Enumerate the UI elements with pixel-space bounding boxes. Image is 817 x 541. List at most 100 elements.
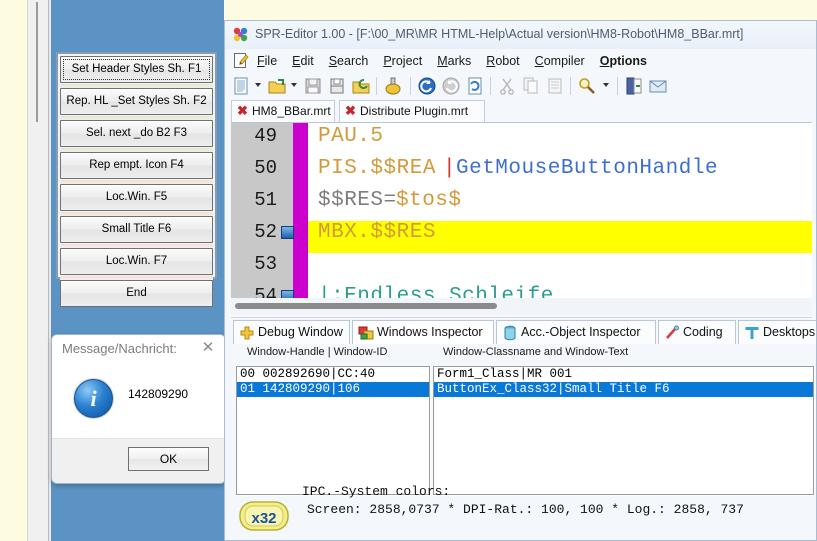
list-item[interactable]: Form1_Class|MR 001 <box>434 367 813 382</box>
button-sel-next-do-b2[interactable]: Sel. next _do B2 F3 <box>60 120 213 147</box>
file-tab-label: HM8_BBar.mrt <box>252 104 331 118</box>
svg-text:x32: x32 <box>251 510 276 527</box>
mail-icon[interactable] <box>648 76 668 96</box>
tab-windows-inspector[interactable]: Windows Inspector <box>352 320 494 344</box>
column-header-window-classname: Window-Classname and Window-Text <box>443 346 628 358</box>
code-line: $$RES= $tos$ <box>308 189 812 221</box>
toolbar-separator <box>570 77 571 95</box>
line-number: 50 <box>231 157 277 179</box>
menu-search[interactable]: Search <box>329 54 369 68</box>
info-icon-glyph: i <box>75 380 112 417</box>
coding-wand-icon <box>664 325 680 341</box>
code-editor[interactable]: 49 50 51 52 53 54 PAU.5 PIS.$$REA | GetM… <box>231 122 812 298</box>
spr-editor-icon <box>233 27 249 43</box>
chevron-down-icon[interactable] <box>603 83 610 88</box>
search-icon[interactable] <box>577 76 597 96</box>
editor-toolbar <box>225 72 816 101</box>
menu-compiler[interactable]: Compiler <box>535 54 585 68</box>
code-token: PAU.5 <box>318 125 384 148</box>
cut-icon[interactable] <box>497 76 517 96</box>
copy-icon[interactable] <box>521 76 541 96</box>
close-icon[interactable]: ✕ <box>199 339 217 357</box>
line-number: 51 <box>231 189 277 211</box>
button-end[interactable]: End <box>60 280 213 307</box>
plus-window-icon <box>239 325 255 341</box>
info-icon: i <box>74 379 113 418</box>
spr-editor-window: SPR-Editor 1.00 - [F:\00_MR\MR HTML-Help… <box>224 20 817 541</box>
bookmark-icon[interactable] <box>281 290 294 298</box>
background-scroll-line <box>36 2 38 122</box>
tab-desktops-inspector[interactable]: Desktops Inspector <box>738 320 817 344</box>
tab-acc-object-inspector[interactable]: Acc.-Object Inspector <box>496 320 656 344</box>
button-rep-empt-icon[interactable]: Rep empt. Icon F4 <box>60 152 213 179</box>
chevron-down-icon[interactable] <box>291 83 298 88</box>
menu-options[interactable]: Options <box>600 54 647 68</box>
save-all-icon[interactable] <box>327 76 347 96</box>
list-item[interactable]: 00 002892690|CC:40 <box>237 367 429 382</box>
menu-project[interactable]: Project <box>383 54 422 68</box>
button-small-title-f6[interactable]: Small Title F6 <box>60 216 213 243</box>
desktop-background-left <box>0 0 27 541</box>
bookmark-icon[interactable] <box>281 226 294 239</box>
refresh-doc-icon[interactable] <box>465 76 485 96</box>
desktops-icon <box>744 325 760 341</box>
run-robot-icon[interactable] <box>383 76 403 96</box>
message-dialog: Message/Nachricht: ✕ i 142809290 OK <box>51 334 226 484</box>
message-dialog-title: Message/Nachricht: <box>62 341 177 356</box>
redo-icon[interactable] <box>441 76 461 96</box>
menu-marks[interactable]: Marks <box>437 54 471 68</box>
window-class-list[interactable]: Form1_Class|MR 001 ButtonEx_Class32|Smal… <box>433 366 814 495</box>
menu-items: File Edit Search Project Marks Robot Compiler O… <box>257 49 647 72</box>
button-loc-win-f5[interactable]: Loc.Win. F5 <box>60 184 213 211</box>
button-set-header-styles[interactable]: Set Header Styles Sh. F1 <box>60 56 213 83</box>
tab-coding[interactable]: Coding <box>658 320 736 344</box>
new-file-icon[interactable] <box>231 76 251 96</box>
close-icon[interactable]: ✖ <box>345 104 357 118</box>
file-tabs: ✖ HM8_BBar.mrt ✖ Distribute Plugin.mrt <box>225 100 816 122</box>
button-loc-win-f7[interactable]: Loc.Win. F7 <box>60 248 213 275</box>
menu-robot[interactable]: Robot <box>486 54 519 68</box>
reload-folder-icon[interactable] <box>351 76 371 96</box>
message-dialog-text: 142809290 <box>128 387 188 401</box>
code-horizontal-scrollbar-thumb[interactable] <box>235 303 497 309</box>
toolbar-separator <box>490 77 491 95</box>
exit-icon[interactable] <box>624 76 644 96</box>
toolbar-separator <box>617 77 618 95</box>
x32-badge: x32 <box>238 500 290 532</box>
code-token: $tos$ <box>396 189 462 212</box>
button-rep-hl-set-styles[interactable]: Rep. HL _Set Styles Sh. F2 <box>60 88 213 115</box>
tab-label: Debug Window <box>258 325 343 339</box>
editor-menubar: File Edit Search Project Marks Robot Compiler O… <box>225 49 816 72</box>
chevron-down-icon[interactable] <box>255 83 262 88</box>
tab-debug-window[interactable]: Debug Window <box>233 320 350 344</box>
undo-icon[interactable] <box>417 76 437 96</box>
desktop-background-strip <box>27 0 49 541</box>
line-number: 54 <box>231 285 277 298</box>
open-folder-icon[interactable] <box>267 76 287 96</box>
window-handle-list[interactable]: 00 002892690|CC:40 01 142809290|106 <box>236 366 430 495</box>
save-icon[interactable] <box>303 76 323 96</box>
line-number: 53 <box>231 253 277 275</box>
windows-inspector-icon <box>358 325 374 341</box>
code-line: |;Endless Schleife <box>308 285 812 298</box>
line-number: 52 <box>231 221 277 243</box>
list-item[interactable]: ButtonEx_Class32|Small Title F6 <box>434 382 813 397</box>
tab-label: Desktops Inspector <box>763 325 817 339</box>
paste-icon[interactable] <box>545 76 565 96</box>
file-tab-label: Distribute Plugin.mrt <box>360 104 468 118</box>
ok-button[interactable]: OK <box>128 447 209 471</box>
menu-file[interactable]: File <box>257 54 277 68</box>
close-icon[interactable]: ✖ <box>237 104 249 118</box>
file-tab-distribute-plugin[interactable]: ✖ Distribute Plugin.mrt <box>339 100 485 122</box>
menu-edit[interactable]: Edit <box>292 54 314 68</box>
code-token: | <box>443 157 456 180</box>
tab-label: Coding <box>683 325 723 339</box>
code-token: GetMouseButtonHandle <box>456 157 718 180</box>
file-tab-hm8-bbar[interactable]: ✖ HM8_BBar.mrt <box>231 100 335 122</box>
tab-label: Acc.-Object Inspector <box>521 325 641 339</box>
list-item[interactable]: 01 142809290|106 <box>237 382 429 397</box>
button-panel: Set Header Styles Sh. F1 Rep. HL _Set St… <box>56 52 217 279</box>
modified-lines-marker <box>293 123 308 298</box>
toolbar-separator <box>410 77 411 95</box>
message-dialog-titlebar: Message/Nachricht: ✕ <box>52 335 225 365</box>
